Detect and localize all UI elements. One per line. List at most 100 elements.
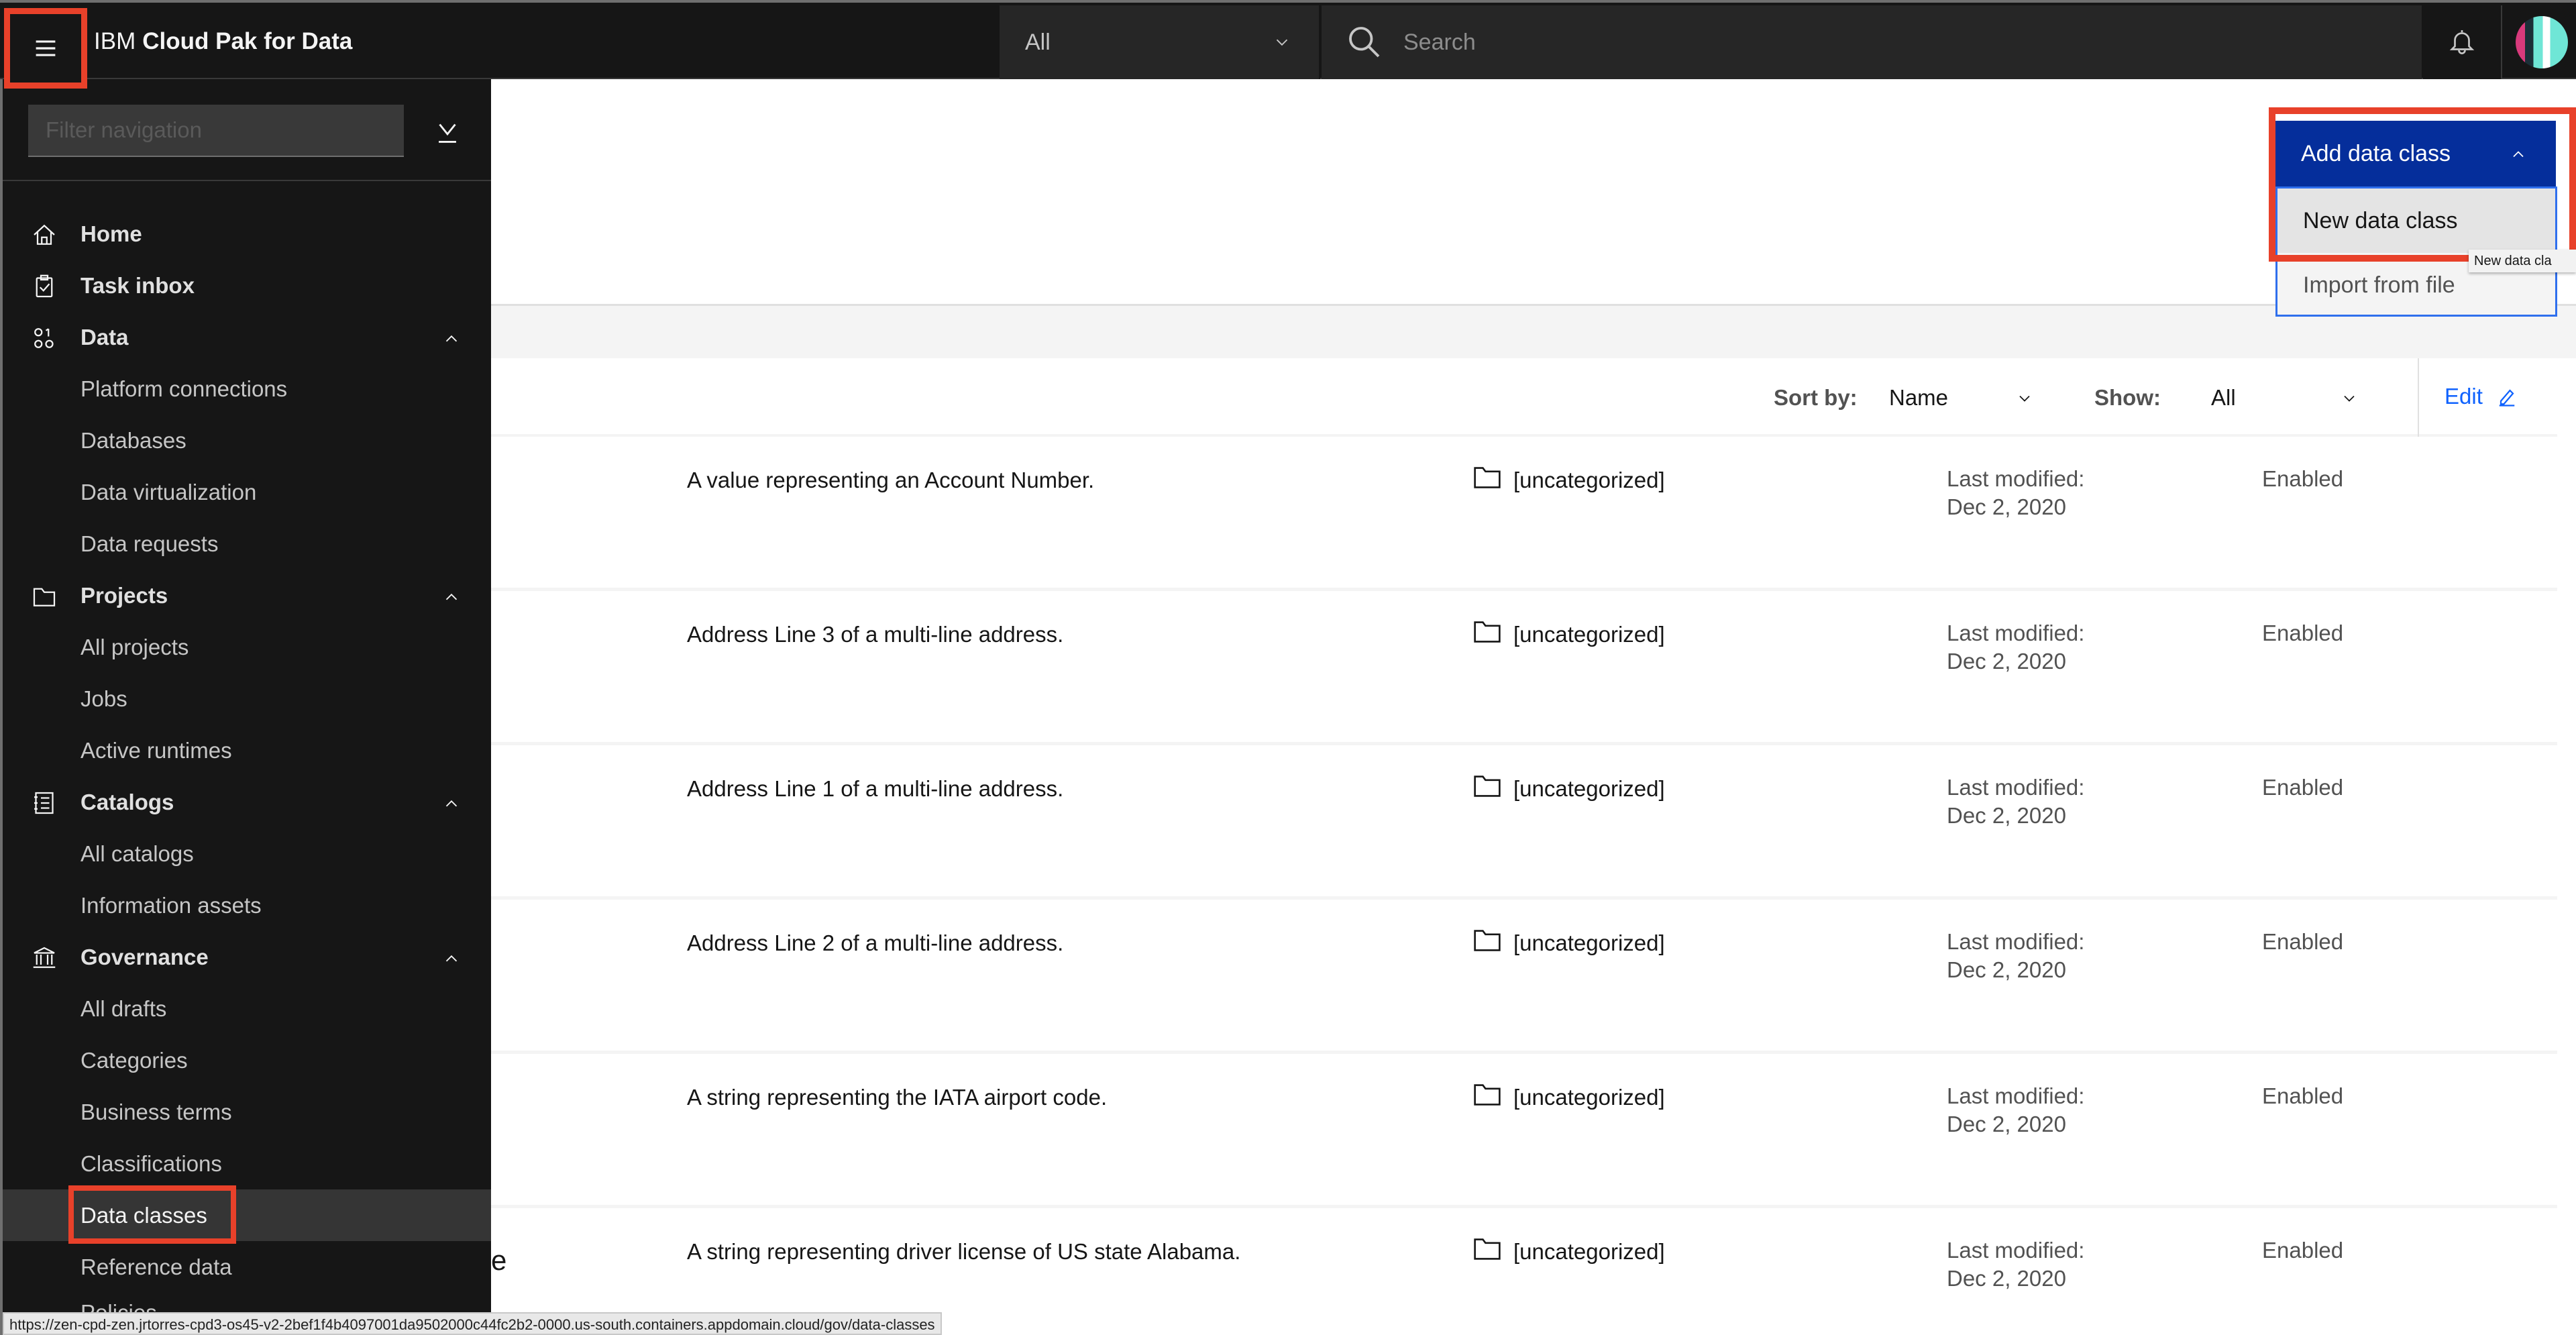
folder-icon xyxy=(1474,621,1501,643)
collapse-all-icon[interactable] xyxy=(432,117,463,148)
notifications-button[interactable] xyxy=(2423,5,2502,79)
product-brand[interactable]: IBM Cloud Pak for Data xyxy=(94,3,352,81)
search-input[interactable]: Search xyxy=(1322,5,2422,79)
add-data-class-button[interactable]: Add data class xyxy=(2275,121,2556,186)
table-row[interactable]: Address Line 2 of a multi-line address. [… xyxy=(491,900,2557,1054)
row-status: Enabled xyxy=(2262,1083,2344,1108)
row-category[interactable]: [uncategorized] xyxy=(1513,776,1665,802)
sidebar-item-catalogs[interactable]: Catalogs xyxy=(3,776,491,828)
table-row[interactable]: A value representing an Account Number. [… xyxy=(491,437,2557,591)
row-category[interactable]: [uncategorized] xyxy=(1513,1239,1665,1265)
row-modified-label: Last modified: xyxy=(1947,621,2085,645)
sidebar-item-classifications[interactable]: Classifications xyxy=(3,1138,491,1189)
user-avatar[interactable] xyxy=(2516,16,2568,68)
sidebar-item-home[interactable]: Home xyxy=(3,208,491,260)
chevron-up-icon xyxy=(445,593,458,600)
row-name[interactable]: e xyxy=(491,1244,506,1277)
sidebar-item-projects[interactable]: Projects xyxy=(3,570,491,621)
row-description: A string representing driver license of … xyxy=(687,1239,1241,1264)
folder-icon xyxy=(1474,930,1501,951)
sidebar-item-active-runtimes[interactable]: Active runtimes xyxy=(3,725,491,776)
tooltip: New data cla xyxy=(2469,250,2576,272)
chevron-up-icon xyxy=(445,335,458,342)
hamburger-menu-button[interactable] xyxy=(4,8,87,89)
sidebar-item-governance[interactable]: Governance xyxy=(3,931,491,983)
row-status: Enabled xyxy=(2262,621,2344,645)
sidebar-item-reference-data[interactable]: Reference data xyxy=(3,1241,491,1293)
sidebar-item-label: Jobs xyxy=(80,686,127,711)
filter-band xyxy=(491,304,2576,358)
sidebar-item-label: Data xyxy=(80,324,129,350)
row-category[interactable]: [uncategorized] xyxy=(1513,468,1665,493)
folder-icon xyxy=(33,588,56,606)
toolbar-divider xyxy=(2418,358,2419,437)
data-icon xyxy=(34,328,54,348)
filter-navigation-input[interactable] xyxy=(28,105,404,157)
sidebar-item-label: Databases xyxy=(80,427,186,453)
sidebar-item-label: Classifications xyxy=(80,1151,222,1176)
row-category[interactable]: [uncategorized] xyxy=(1513,930,1665,956)
filter-area xyxy=(3,79,491,181)
sidebar-item-data-classes[interactable]: Data classes xyxy=(3,1185,491,1244)
sidebar-item-all-projects[interactable]: All projects xyxy=(3,621,491,673)
sidebar-item-label: All drafts xyxy=(80,996,167,1021)
sidebar-item-all-drafts[interactable]: All drafts xyxy=(3,983,491,1034)
sidebar-item-label: Business terms xyxy=(80,1099,232,1124)
sidebar-item-business-terms[interactable]: Business terms xyxy=(3,1086,491,1138)
sidebar-item-databases[interactable]: Databases xyxy=(3,415,491,466)
edit-button[interactable]: Edit xyxy=(2445,384,2519,409)
brand-prefix: IBM xyxy=(94,28,136,54)
highlight-box xyxy=(68,1185,236,1244)
sidebar-item-task-inbox[interactable]: Task inbox xyxy=(3,260,491,311)
sidebar-item-data-requests[interactable]: Data requests xyxy=(3,518,491,570)
sidebar-item-data[interactable]: Data xyxy=(3,311,491,363)
sidebar-item-label: Data requests xyxy=(80,531,219,556)
data-class-list: A value representing an Account Number. [… xyxy=(491,437,2557,1335)
sidebar-item-information-assets[interactable]: Information assets xyxy=(3,879,491,931)
table-row[interactable]: A string representing the IATA airport c… xyxy=(491,1054,2557,1208)
sidebar-item-label: All projects xyxy=(80,634,189,659)
hamburger-icon xyxy=(36,40,56,56)
top-header: IBM Cloud Pak for Data All Search xyxy=(0,0,2576,89)
row-modified-date: Dec 2, 2020 xyxy=(1947,957,2066,982)
chevron-down-icon xyxy=(2344,395,2355,402)
row-category[interactable]: [uncategorized] xyxy=(1513,1085,1665,1110)
sidebar-item-label: Reference data xyxy=(80,1254,232,1279)
search-scope-dropdown[interactable]: All xyxy=(1000,5,1320,79)
sidebar-item-jobs[interactable]: Jobs xyxy=(3,673,491,725)
row-status: Enabled xyxy=(2262,1238,2344,1263)
governance-icon xyxy=(33,947,56,968)
show-label: Show: xyxy=(2094,385,2161,410)
folder-icon xyxy=(1474,467,1501,488)
list-toolbar: Sort by: Name Show: All Edit xyxy=(491,358,2557,437)
side-navigation: Home Task inbox Data Platform connections Da… xyxy=(0,79,491,1335)
table-row[interactable]: Address Line 3 of a multi-line address. [… xyxy=(491,591,2557,745)
home-icon xyxy=(34,224,55,245)
row-modified-date: Dec 2, 2020 xyxy=(1947,494,2066,519)
sidebar-item-categories[interactable]: Categories xyxy=(3,1034,491,1086)
sidebar-item-label: Catalogs xyxy=(80,789,174,814)
edit-label: Edit xyxy=(2445,384,2483,409)
sidebar-item-platform-connections[interactable]: Platform connections xyxy=(3,363,491,415)
sidebar-item-label: Projects xyxy=(80,582,168,608)
sort-by-value: Name xyxy=(1889,385,1949,410)
chevron-up-icon xyxy=(445,800,458,807)
chevron-down-icon xyxy=(1276,39,1288,46)
row-category[interactable]: [uncategorized] xyxy=(1513,622,1665,647)
row-status: Enabled xyxy=(2262,775,2344,800)
row-description: A value representing an Account Number. xyxy=(687,468,1095,492)
sidebar-item-label: Platform connections xyxy=(80,376,288,401)
table-row[interactable]: Address Line 1 of a multi-line address. [… xyxy=(491,745,2557,900)
search-placeholder: Search xyxy=(1403,29,1476,55)
row-status: Enabled xyxy=(2262,929,2344,954)
search-icon xyxy=(1349,27,1380,58)
menu-item-new-data-class[interactable]: New data class xyxy=(2277,189,2555,253)
row-modified-label: Last modified: xyxy=(1947,1083,2085,1108)
row-description: Address Line 2 of a multi-line address. xyxy=(687,930,1064,955)
row-modified-label: Last modified: xyxy=(1947,775,2085,800)
pencil-icon xyxy=(2499,389,2515,407)
sidebar-item-data-virtualization[interactable]: Data virtualization xyxy=(3,466,491,518)
folder-icon xyxy=(1474,1084,1501,1106)
sidebar-item-all-catalogs[interactable]: All catalogs xyxy=(3,828,491,879)
folder-icon xyxy=(1474,776,1501,797)
